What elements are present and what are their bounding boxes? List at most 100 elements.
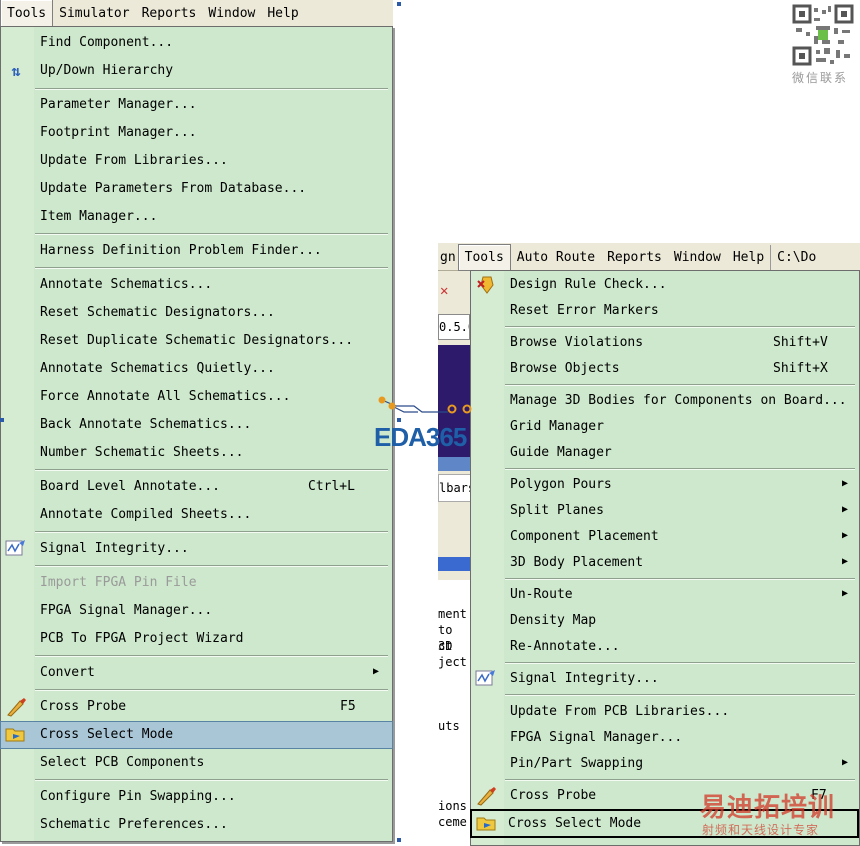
menu-item-configure-pin-swapping[interactable]: Configure Pin Swapping... [1, 784, 392, 810]
wechat-contact-label: 微信联系 [792, 71, 849, 85]
menu-item-design-rule-check[interactable]: Design Rule Check... [471, 272, 859, 298]
menu-item-manage-3d-bodies[interactable]: Manage 3D Bodies for Components on Board… [471, 388, 859, 414]
toolbar-icons-partial: ✕ [440, 283, 449, 299]
menu-item-pcb-to-fpga-project-wizard[interactable]: PCB To FPGA Project Wizard [1, 626, 392, 652]
menu-item-import-fpga-pin-file: Import FPGA Pin File [40, 575, 197, 590]
right-blue-strip [438, 557, 470, 571]
right-menubar: gn Tools Auto Route Reports Window Help … [438, 244, 860, 271]
drc-icon [475, 275, 497, 295]
menu-item-footprint-manager[interactable]: Footprint Manager... [1, 120, 392, 146]
menubar-window[interactable]: Window [668, 245, 727, 270]
menubar-help[interactable]: Help [727, 245, 770, 270]
menu-item-3d-body-placement[interactable]: 3D Body Placement ▶ [471, 550, 859, 576]
path-field[interactable]: C:\Do [770, 245, 822, 270]
menu-item-annotate-schematics[interactable]: Annotate Schematics... [1, 272, 392, 298]
menubar-auto-route[interactable]: Auto Route [511, 245, 601, 270]
menu-item-schematic-preferences[interactable]: Schematic Preferences... [1, 812, 392, 838]
menu-item-component-placement[interactable]: Component Placement ▶ [471, 524, 859, 550]
left-tools-menu: Find Component... ⇅ Up/Down Hierarchy Pa… [0, 26, 393, 842]
menu-item-harness-definition-problem-finder[interactable]: Harness Definition Problem Finder... [1, 238, 392, 264]
menu-separator [505, 384, 855, 386]
menubar-tools[interactable]: Tools [0, 0, 54, 27]
menu-item-split-planes[interactable]: Split Planes ▶ [471, 498, 859, 524]
menubar-window[interactable]: Window [202, 0, 261, 26]
menu-item-find-component[interactable]: Find Component... [1, 30, 392, 56]
menu-separator [505, 662, 855, 664]
shortcut-shift-v: Shift+V [773, 335, 828, 350]
shortcut-f5: F5 [340, 699, 356, 714]
menubar-help[interactable]: Help [261, 0, 304, 26]
menu-item-reset-schematic-designators[interactable]: Reset Schematic Designators... [1, 300, 392, 326]
menu-item-update-from-pcb-libraries[interactable]: Update From PCB Libraries... [471, 699, 859, 725]
menu-item-browse-violations[interactable]: Browse Violations Shift+V [471, 330, 859, 356]
left-menubar: Tools Simulator Reports Window Help [0, 0, 393, 27]
brand-watermark-subtitle: 射频和天线设计专家 [702, 823, 820, 837]
menu-item-item-manager[interactable]: Item Manager... [1, 204, 392, 230]
menubar-design-partial[interactable]: gn [438, 245, 458, 270]
menu-separator [35, 233, 388, 235]
menu-item-signal-integrity[interactable]: Signal Integrity... [471, 666, 859, 692]
probe-icon [5, 697, 27, 717]
menu-item-cross-probe[interactable]: Cross Probe F5 [1, 694, 392, 720]
menu-separator [505, 326, 855, 328]
probe-icon [475, 786, 497, 806]
menu-item-number-schematic-sheets[interactable]: Number Schematic Sheets... [1, 440, 392, 466]
menu-item-pin-part-swapping[interactable]: Pin/Part Swapping ▶ [471, 751, 859, 777]
waveform-icon [475, 669, 497, 689]
menu-item-convert[interactable]: Convert ▶ [1, 660, 392, 686]
handle-dot [0, 418, 4, 422]
menu-item-signal-integrity[interactable]: Signal Integrity... [1, 536, 392, 562]
menu-item-board-level-annotate[interactable]: Board Level Annotate... Ctrl+L [1, 474, 392, 500]
menu-separator [35, 267, 388, 269]
menu-item-update-parameters-from-database[interactable]: Update Parameters From Database... [1, 176, 392, 202]
menu-item-fpga-signal-manager[interactable]: FPGA Signal Manager... [1, 598, 392, 624]
right-toolbars-label: lbars [438, 474, 472, 502]
menu-item-polygon-pours[interactable]: Polygon Pours ▶ [471, 472, 859, 498]
right-path-field: 0.5.0 [438, 314, 470, 340]
menu-separator [35, 469, 388, 471]
menu-item-un-route[interactable]: Un-Route ▶ [471, 582, 859, 608]
menu-item-reset-duplicate-schematic-designators[interactable]: Reset Duplicate Schematic Designators... [1, 328, 392, 354]
menu-item-select-pcb-components[interactable]: Select PCB Components [1, 750, 392, 776]
brand-watermark: 易迪拓培训 [700, 793, 836, 823]
menu-item-annotate-compiled-sheets[interactable]: Annotate Compiled Sheets... [1, 502, 392, 528]
menu-item-annotate-schematics-quietly[interactable]: Annotate Schematics Quietly... [1, 356, 392, 382]
handle-dot [397, 2, 401, 6]
submenu-arrow-icon: ▶ [842, 478, 849, 489]
menubar-reports[interactable]: Reports [136, 0, 203, 26]
folder-arrow-icon [476, 814, 498, 834]
menu-item-fpga-signal-manager[interactable]: FPGA Signal Manager... [471, 725, 859, 751]
menu-separator [505, 578, 855, 580]
menu-item-back-annotate-schematics[interactable]: Back Annotate Schematics... [1, 412, 392, 438]
menu-item-guide-manager[interactable]: Guide Manager [471, 440, 859, 466]
right-blue-panel [438, 457, 470, 471]
menu-separator [505, 468, 855, 470]
menu-separator [505, 779, 855, 781]
menu-item-force-annotate-all-schematics[interactable]: Force Annotate All Schematics... [1, 384, 392, 410]
menu-item-browse-objects[interactable]: Browse Objects Shift+X [471, 356, 859, 382]
submenu-arrow-icon: ▶ [842, 504, 849, 515]
right-tools-menu: Design Rule Check... Reset Error Markers… [470, 270, 860, 846]
menu-item-re-annotate[interactable]: Re-Annotate... [471, 634, 859, 660]
menu-item-reset-error-markers[interactable]: Reset Error Markers [471, 298, 859, 324]
menu-separator [505, 694, 855, 696]
menubar-tools[interactable]: Tools [457, 244, 511, 271]
eda365-text: EDA365 [374, 422, 467, 452]
updown-arrows-icon: ⇅ [11, 62, 21, 80]
menu-item-parameter-manager[interactable]: Parameter Manager... [1, 92, 392, 118]
menu-item-density-map[interactable]: Density Map [471, 608, 859, 634]
menu-item-up-down-hierarchy[interactable]: ⇅ Up/Down Hierarchy [1, 58, 392, 84]
menubar-simulator[interactable]: Simulator [53, 0, 135, 26]
menu-item-cross-select-mode[interactable]: Cross Select Mode [0, 721, 393, 749]
menu-item-grid-manager[interactable]: Grid Manager [471, 414, 859, 440]
menu-item-update-from-libraries[interactable]: Update From Libraries... [1, 148, 392, 174]
submenu-arrow-icon: ▶ [842, 530, 849, 541]
menu-separator [35, 565, 388, 567]
shortcut-ctrl-l: Ctrl+L [308, 479, 355, 494]
menu-separator [35, 689, 388, 691]
menubar-reports[interactable]: Reports [601, 245, 668, 270]
folder-arrow-icon [5, 725, 27, 745]
shortcut-shift-x: Shift+X [773, 361, 828, 376]
submenu-arrow-icon: ▶ [842, 556, 849, 567]
menu-separator [35, 531, 388, 533]
